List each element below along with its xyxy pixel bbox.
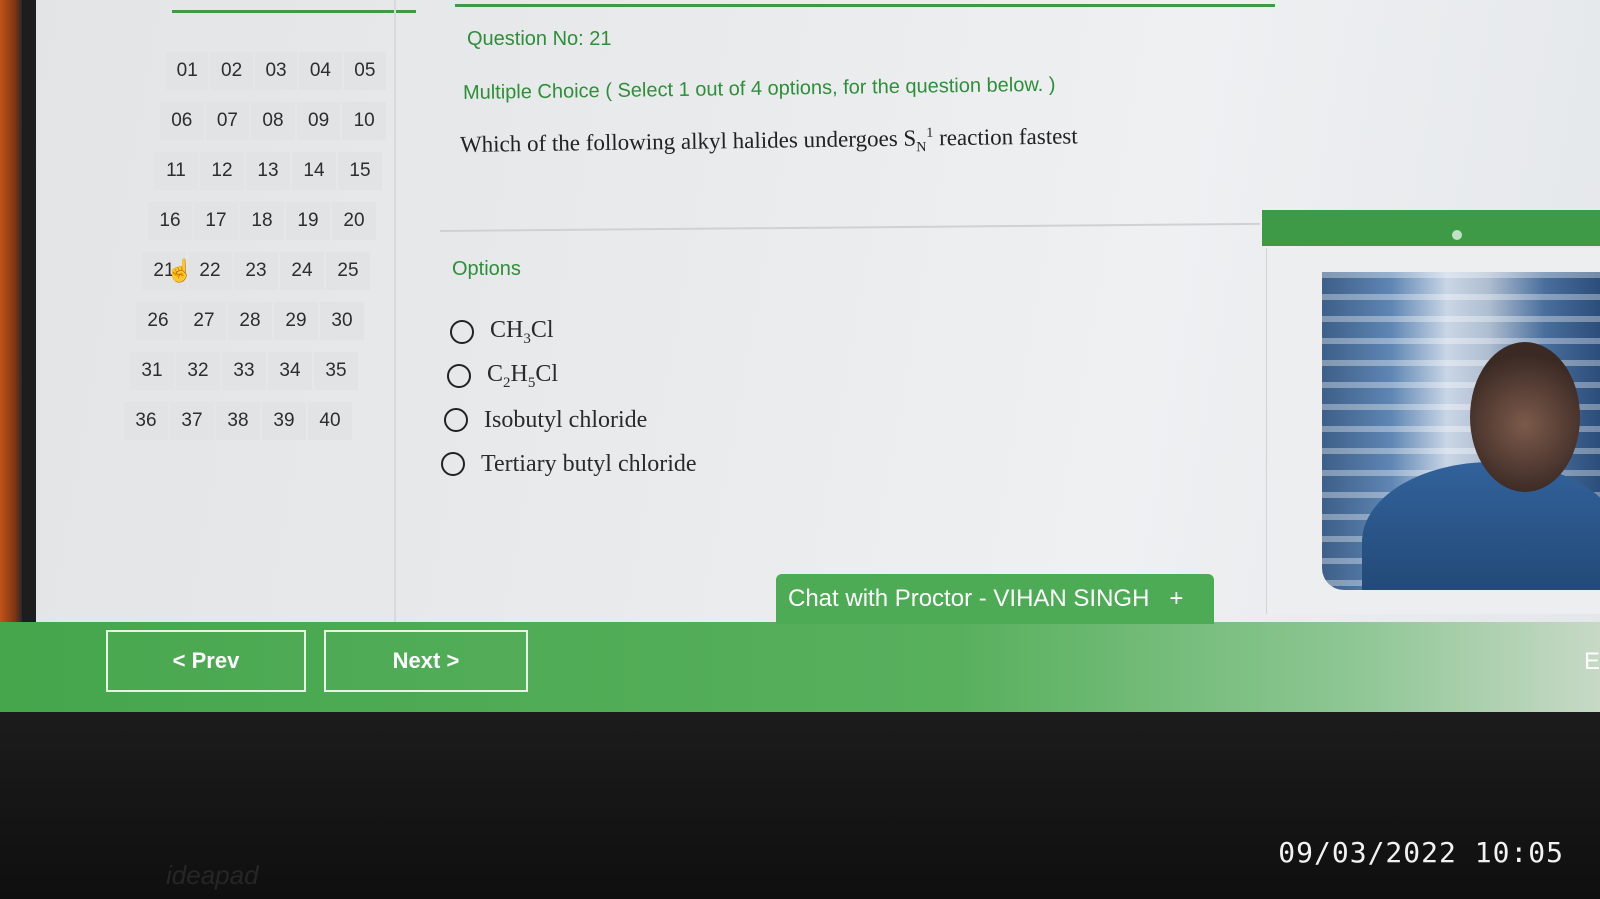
options-label: Options [452, 258, 521, 280]
question-button-01[interactable]: 01 [166, 52, 209, 90]
question-button-02[interactable]: 02 [210, 52, 253, 90]
radio-button[interactable] [447, 364, 471, 388]
laptop-brand-logo: ideapad [166, 860, 259, 890]
question-separator [439, 222, 1260, 232]
question-button-15[interactable]: 15 [338, 152, 382, 190]
radio-button[interactable] [441, 452, 465, 476]
palette-row: 11 12 13 14 15 [154, 146, 388, 196]
radio-button[interactable] [450, 320, 474, 344]
webcam-feed [1322, 272, 1600, 590]
question-button-14[interactable]: 14 [292, 152, 336, 190]
question-button-33[interactable]: 33 [222, 352, 266, 390]
option-2[interactable]: C2H5Cl [447, 354, 697, 398]
question-button-32[interactable]: 32 [176, 352, 220, 390]
question-button-11[interactable]: 11 [154, 152, 198, 190]
question-button-38[interactable]: 38 [216, 402, 260, 440]
question-button-18[interactable]: 18 [240, 202, 284, 240]
question-text-sub: N [916, 140, 927, 156]
question-button-08[interactable]: 08 [251, 102, 295, 140]
question-button-26[interactable]: 26 [136, 302, 180, 340]
question-button-28[interactable]: 28 [228, 302, 272, 340]
option-4[interactable]: Tertiary butyl chloride [441, 442, 697, 486]
question-button-24[interactable]: 24 [280, 252, 324, 290]
chat-with-proctor-button[interactable]: Chat with Proctor - VIHAN SINGH + [776, 574, 1214, 624]
palette-row: 31 32 33 34 35 [130, 346, 388, 396]
hand-pointer-icon: ☝ [166, 258, 194, 283]
webcam-indicator-icon [1452, 230, 1462, 240]
question-button-30[interactable]: 30 [320, 302, 364, 340]
candidate-head [1470, 342, 1580, 492]
palette-row: 16 17 18 19 20 [148, 196, 388, 246]
question-button-09[interactable]: 09 [296, 102, 341, 140]
exam-screen: 01 02 03 04 05 06 07 08 09 10 11 12 13 1… [0, 0, 1600, 712]
options-list: CH3Cl C2H5Cl Isobutyl chloride Tertiary … [441, 310, 697, 486]
question-button-31[interactable]: 31 [130, 352, 174, 390]
question-button-06[interactable]: 06 [160, 102, 204, 140]
plus-icon: + [1169, 585, 1184, 612]
question-button-16[interactable]: 16 [148, 202, 192, 240]
question-button-04[interactable]: 04 [299, 52, 342, 90]
question-button-37[interactable]: 37 [170, 402, 214, 440]
palette-row: 36 37 38 39 40 [124, 396, 388, 446]
question-button-39[interactable]: 39 [262, 402, 306, 440]
panel-divider [394, 0, 396, 622]
question-button-05[interactable]: 05 [343, 52, 387, 90]
palette-row: 26 27 28 29 30 [136, 296, 388, 346]
question-button-07[interactable]: 07 [205, 102, 250, 140]
question-button-25[interactable]: 25 [326, 252, 370, 290]
question-button-22[interactable]: 22 [188, 252, 232, 290]
option-1-label: CH3Cl [490, 316, 554, 347]
question-button-27[interactable]: 27 [182, 302, 226, 340]
question-button-10[interactable]: 10 [342, 102, 386, 140]
question-text-start: Which of the following alkyl halides und… [459, 125, 917, 157]
question-button-12[interactable]: 12 [200, 152, 244, 190]
next-button[interactable]: Next > [324, 630, 528, 692]
radio-button[interactable] [444, 408, 468, 432]
palette-row: 06 07 08 09 10 [160, 96, 388, 146]
question-button-23[interactable]: 23 [234, 252, 278, 290]
palette-top-rule [172, 10, 416, 13]
question-number: Question No: 21 [467, 28, 612, 50]
question-text-end: reaction fastest [933, 123, 1078, 151]
question-button-36[interactable]: 36 [124, 402, 168, 440]
option-2-label: C2H5Cl [487, 360, 559, 391]
question-button-40[interactable]: 40 [308, 402, 352, 440]
question-button-35[interactable]: 35 [314, 352, 358, 390]
laptop-bezel-inner [22, 0, 36, 712]
option-4-label: Tertiary butyl chloride [481, 450, 697, 477]
question-button-29[interactable]: 29 [274, 302, 318, 340]
chat-label: Chat with Proctor - VIHAN SINGH [788, 585, 1150, 612]
option-3-label: Isobutyl chloride [484, 406, 648, 433]
question-button-17[interactable]: 17 [194, 202, 238, 240]
option-3[interactable]: Isobutyl chloride [444, 398, 697, 442]
question-button-19[interactable]: 19 [286, 202, 330, 240]
prev-button[interactable]: < Prev [106, 630, 306, 692]
cropped-button-label[interactable]: E [1584, 648, 1600, 676]
question-button-13[interactable]: 13 [246, 152, 290, 190]
question-palette: 01 02 03 04 05 06 07 08 09 10 11 12 13 1… [118, 46, 388, 446]
laptop-bezel [0, 0, 22, 712]
question-button-03[interactable]: 03 [254, 52, 298, 90]
question-button-34[interactable]: 34 [268, 352, 312, 390]
option-1[interactable]: CH3Cl [450, 310, 697, 354]
question-type-instruction: Multiple Choice ( Select 1 out of 4 opti… [462, 73, 1056, 104]
photo-timestamp: 09/03/2022 10:05 [1278, 836, 1564, 869]
palette-row: 01 02 03 04 05 [166, 46, 388, 96]
question-button-20[interactable]: 20 [332, 202, 376, 240]
webcam-header [1262, 210, 1600, 246]
question-text: Which of the following alkyl halides und… [460, 123, 1078, 162]
question-top-rule [455, 4, 1275, 7]
